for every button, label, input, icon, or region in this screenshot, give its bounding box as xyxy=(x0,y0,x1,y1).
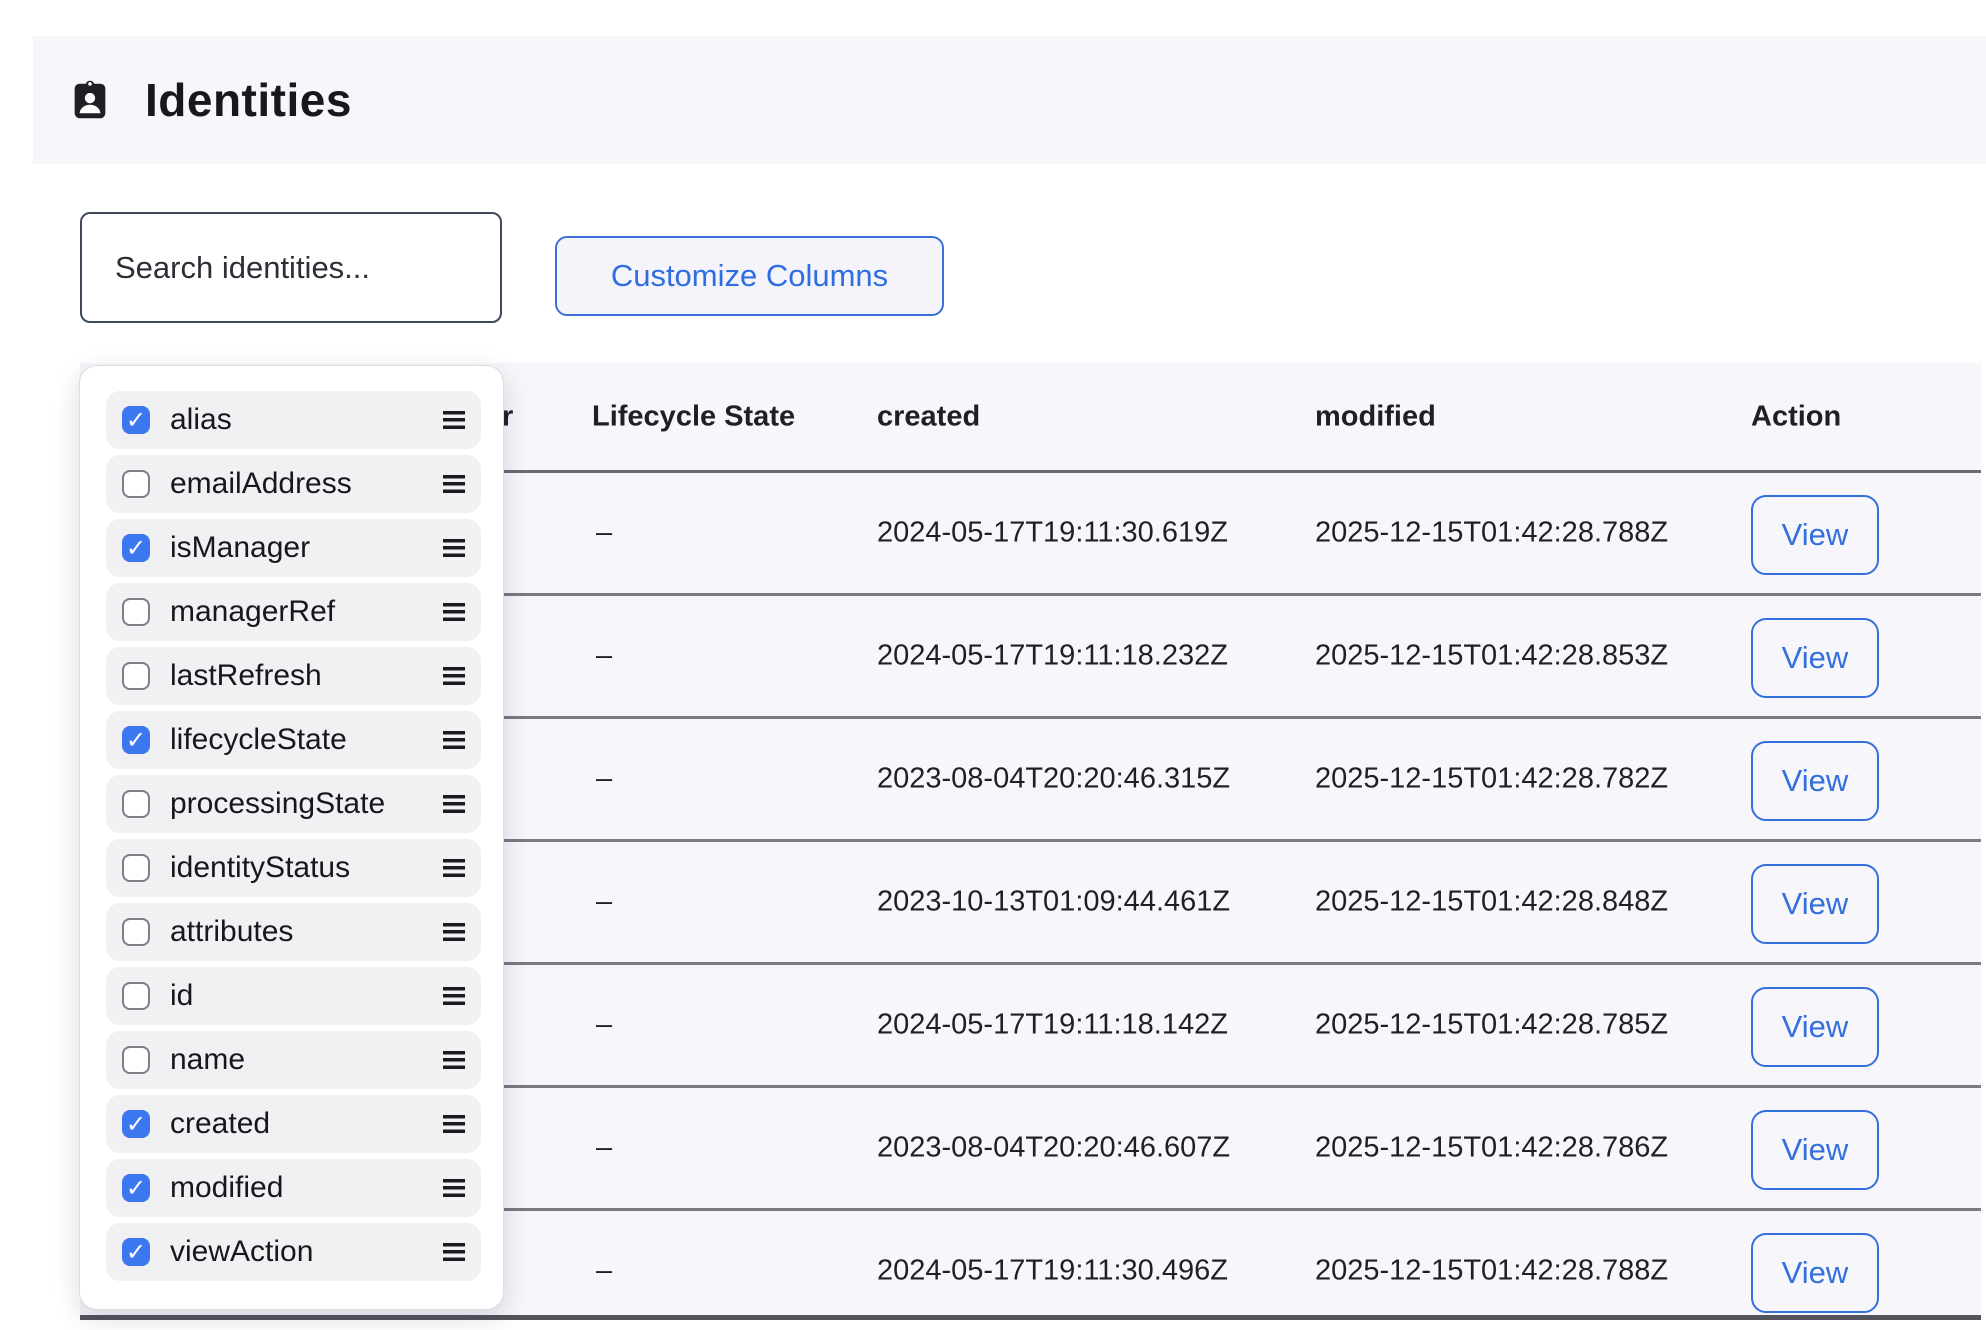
modified-cell: 2025-12-15T01:42:28.785Z xyxy=(1315,1009,1668,1042)
search-input[interactable] xyxy=(80,212,502,323)
column-menu-item-label: alias xyxy=(170,403,443,437)
checkbox[interactable] xyxy=(122,662,150,690)
drag-handle-icon[interactable] xyxy=(443,1115,465,1133)
lifecycle-cell: – xyxy=(596,517,612,550)
modified-cell: 2025-12-15T01:42:28.848Z xyxy=(1315,886,1668,919)
column-menu-item-viewaction[interactable]: viewAction xyxy=(106,1223,481,1281)
checkbox[interactable] xyxy=(122,1238,150,1266)
lifecycle-cell: – xyxy=(596,640,612,673)
column-menu-item-label: id xyxy=(170,979,443,1013)
identities-page: Identities Customize Columns r Lifecycle… xyxy=(0,0,1986,1330)
drag-handle-icon[interactable] xyxy=(443,667,465,685)
column-header-created: created xyxy=(877,400,980,433)
column-header-lifecycle-state: Lifecycle State xyxy=(592,400,795,433)
view-button[interactable]: View xyxy=(1751,864,1879,944)
view-button[interactable]: View xyxy=(1751,987,1879,1067)
drag-handle-icon[interactable] xyxy=(443,1243,465,1261)
view-button[interactable]: View xyxy=(1751,741,1879,821)
column-menu-item-attributes[interactable]: attributes xyxy=(106,903,481,961)
column-menu-item-identitystatus[interactable]: identityStatus xyxy=(106,839,481,897)
column-menu-item-label: name xyxy=(170,1043,443,1077)
created-cell: 2024-05-17T19:11:18.142Z xyxy=(877,1009,1228,1042)
page-header: Identities xyxy=(33,36,1986,164)
column-menu-item-ismanager[interactable]: isManager xyxy=(106,519,481,577)
modified-cell: 2025-12-15T01:42:28.788Z xyxy=(1315,517,1668,550)
column-menu-item-label: lastRefresh xyxy=(170,659,443,693)
column-menu-item-emailaddress[interactable]: emailAddress xyxy=(106,455,481,513)
column-menu-item-id[interactable]: id xyxy=(106,967,481,1025)
column-header-action: Action xyxy=(1751,400,1841,433)
lifecycle-cell: – xyxy=(596,1132,612,1165)
drag-handle-icon[interactable] xyxy=(443,731,465,749)
checkbox[interactable] xyxy=(122,918,150,946)
column-menu-item-label: processingState xyxy=(170,787,443,821)
drag-handle-icon[interactable] xyxy=(443,603,465,621)
drag-handle-icon[interactable] xyxy=(443,1179,465,1197)
created-cell: 2023-08-04T20:20:46.315Z xyxy=(877,763,1230,796)
column-menu-item-lastrefresh[interactable]: lastRefresh xyxy=(106,647,481,705)
drag-handle-icon[interactable] xyxy=(443,539,465,557)
lifecycle-cell: – xyxy=(596,763,612,796)
drag-handle-icon[interactable] xyxy=(443,795,465,813)
checkbox[interactable] xyxy=(122,534,150,562)
drag-handle-icon[interactable] xyxy=(443,411,465,429)
checkbox[interactable] xyxy=(122,470,150,498)
checkbox[interactable] xyxy=(122,1110,150,1138)
checkbox[interactable] xyxy=(122,1174,150,1202)
view-button[interactable]: View xyxy=(1751,1233,1879,1313)
created-cell: 2024-05-17T19:11:30.496Z xyxy=(877,1255,1228,1288)
view-button[interactable]: View xyxy=(1751,1110,1879,1190)
created-cell: 2023-08-04T20:20:46.607Z xyxy=(877,1132,1230,1165)
checkbox[interactable] xyxy=(122,598,150,626)
column-menu-item-label: managerRef xyxy=(170,595,443,629)
badge-icon xyxy=(67,77,113,123)
lifecycle-cell: – xyxy=(596,1009,612,1042)
column-menu-item-modified[interactable]: modified xyxy=(106,1159,481,1217)
page-title: Identities xyxy=(145,73,352,127)
column-menu-item-label: attributes xyxy=(170,915,443,949)
lifecycle-cell: – xyxy=(596,886,612,919)
drag-handle-icon[interactable] xyxy=(443,1051,465,1069)
drag-handle-icon[interactable] xyxy=(443,859,465,877)
checkbox[interactable] xyxy=(122,406,150,434)
column-menu-item-label: isManager xyxy=(170,531,443,565)
checkbox[interactable] xyxy=(122,854,150,882)
created-cell: 2024-05-17T19:11:30.619Z xyxy=(877,517,1228,550)
created-cell: 2024-05-17T19:11:18.232Z xyxy=(877,640,1228,673)
column-menu-item-label: created xyxy=(170,1107,443,1141)
column-menu-item-name[interactable]: name xyxy=(106,1031,481,1089)
column-menu-item-processingstate[interactable]: processingState xyxy=(106,775,481,833)
modified-cell: 2025-12-15T01:42:28.786Z xyxy=(1315,1132,1668,1165)
created-cell: 2023-10-13T01:09:44.461Z xyxy=(877,886,1230,919)
column-customizer-menu: alias emailAddress isManager managerRef … xyxy=(79,365,504,1310)
drag-handle-icon[interactable] xyxy=(443,923,465,941)
view-button[interactable]: View xyxy=(1751,618,1879,698)
column-menu-item-label: identityStatus xyxy=(170,851,443,885)
checkbox[interactable] xyxy=(122,1046,150,1074)
checkbox[interactable] xyxy=(122,982,150,1010)
column-menu-item-label: viewAction xyxy=(170,1235,443,1269)
checkbox[interactable] xyxy=(122,790,150,818)
column-header-modified: modified xyxy=(1315,400,1436,433)
view-button[interactable]: View xyxy=(1751,495,1879,575)
modified-cell: 2025-12-15T01:42:28.788Z xyxy=(1315,1255,1668,1288)
column-menu-item-label: emailAddress xyxy=(170,467,443,501)
lifecycle-cell: – xyxy=(596,1255,612,1288)
column-menu-item-lifecyclestate[interactable]: lifecycleState xyxy=(106,711,481,769)
modified-cell: 2025-12-15T01:42:28.782Z xyxy=(1315,763,1668,796)
column-menu-item-label: lifecycleState xyxy=(170,723,443,757)
column-menu-item-label: modified xyxy=(170,1171,443,1205)
checkbox[interactable] xyxy=(122,726,150,754)
drag-handle-icon[interactable] xyxy=(443,987,465,1005)
customize-columns-button[interactable]: Customize Columns xyxy=(555,236,944,316)
column-menu-item-created[interactable]: created xyxy=(106,1095,481,1153)
column-menu-item-managerref[interactable]: managerRef xyxy=(106,583,481,641)
modified-cell: 2025-12-15T01:42:28.853Z xyxy=(1315,640,1668,673)
drag-handle-icon[interactable] xyxy=(443,475,465,493)
column-menu-item-alias[interactable]: alias xyxy=(106,391,481,449)
